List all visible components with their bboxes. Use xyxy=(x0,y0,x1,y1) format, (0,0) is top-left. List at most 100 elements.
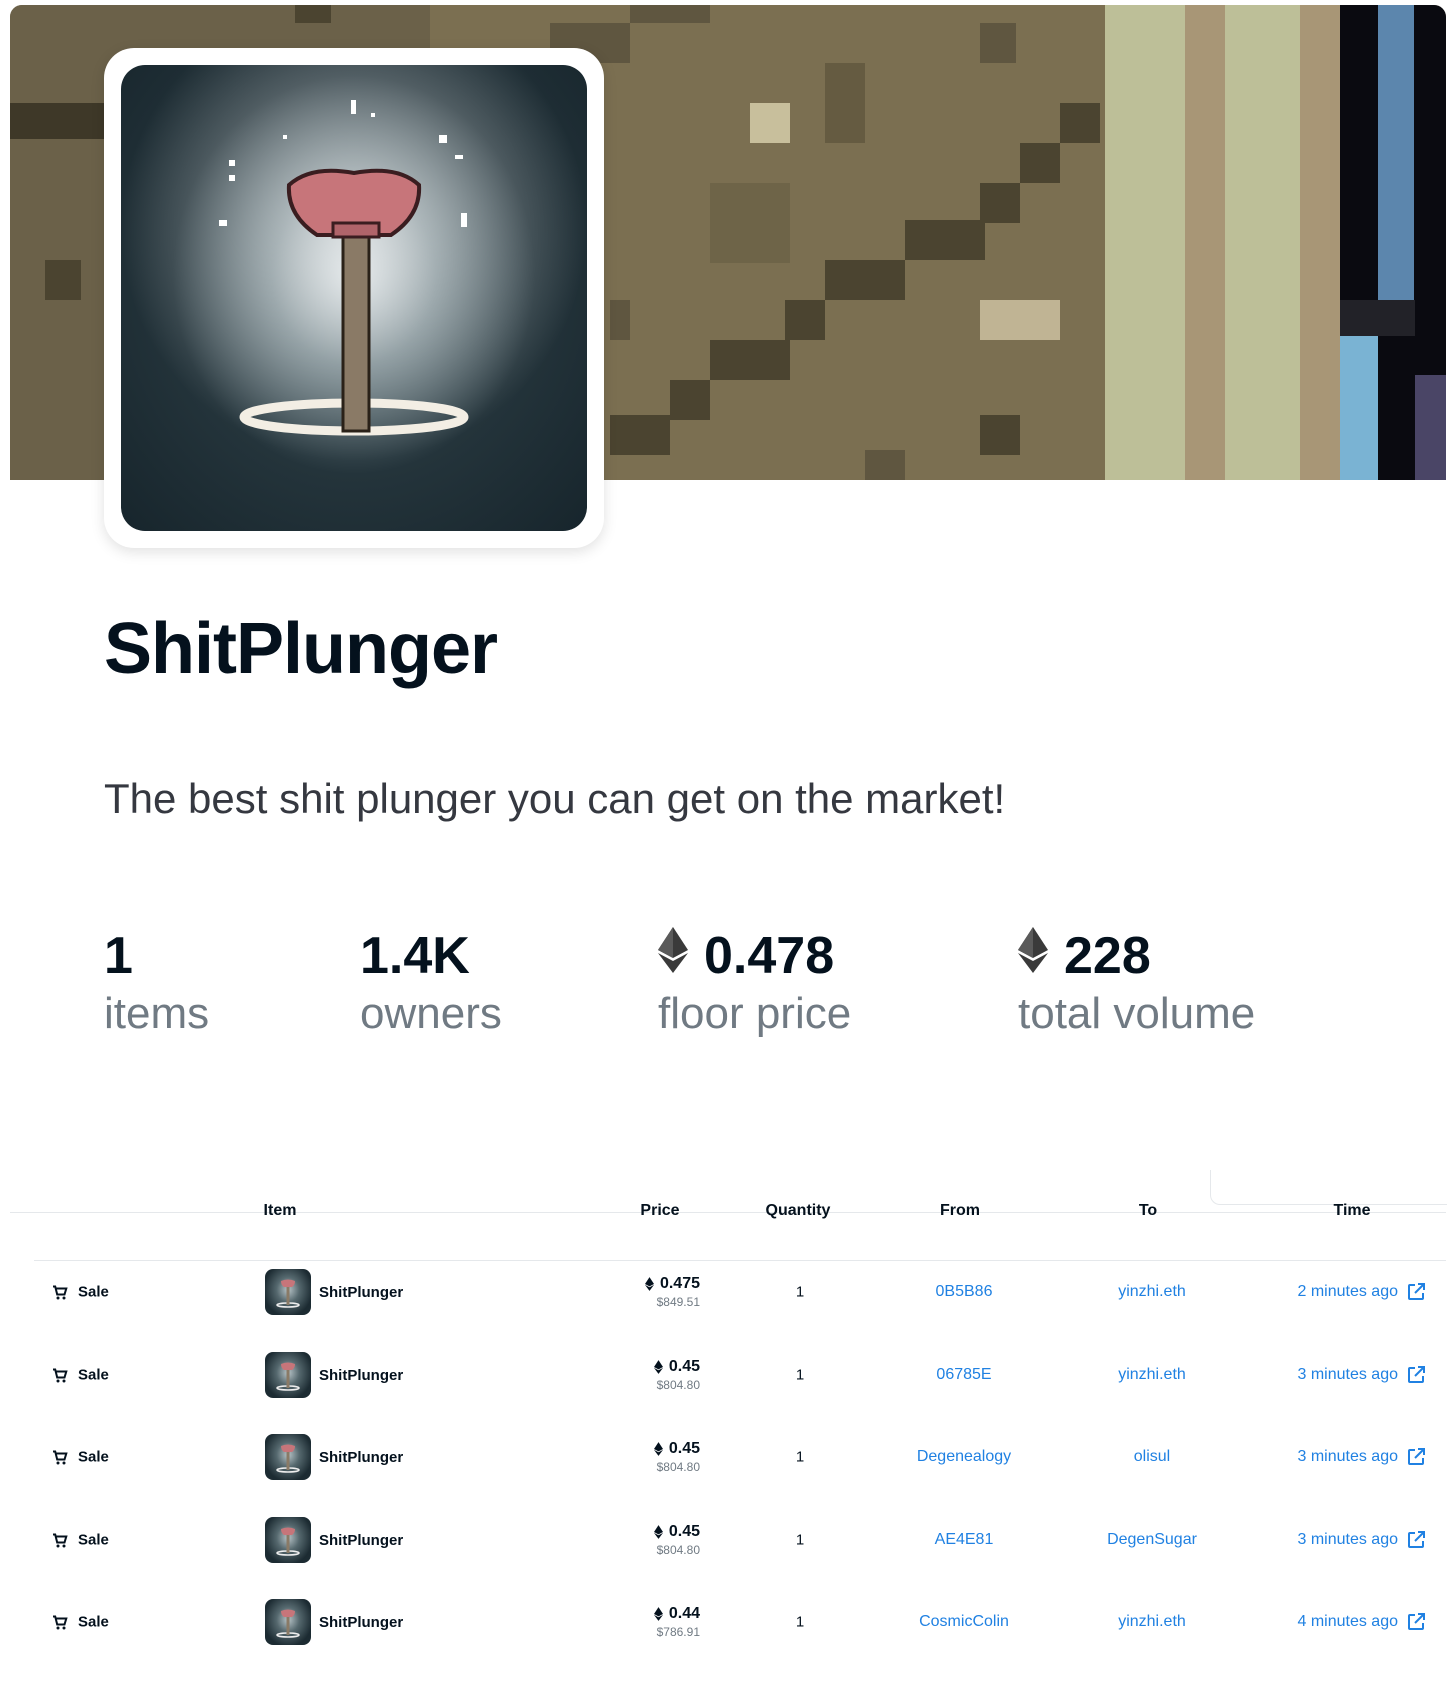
item-cell[interactable]: ShitPlunger xyxy=(265,1599,403,1645)
external-link-icon[interactable] xyxy=(1406,1282,1426,1302)
ethereum-icon xyxy=(644,1277,654,1291)
event-label: Sale xyxy=(78,1366,109,1384)
from-account-link[interactable]: Degenealogy xyxy=(917,1448,1011,1466)
event-type: Sale xyxy=(52,1532,109,1549)
cart-icon xyxy=(52,1284,68,1300)
cart-icon xyxy=(52,1367,68,1383)
stat-items[interactable]: 1 items xyxy=(104,925,209,1039)
item-cell[interactable]: ShitPlunger xyxy=(265,1352,403,1398)
price-cell: 0.45 $804.80 xyxy=(653,1358,700,1392)
price-cell: 0.45 $804.80 xyxy=(653,1440,700,1474)
column-header-time: Time xyxy=(1333,1202,1371,1219)
time-label: 3 minutes ago xyxy=(1297,1448,1398,1465)
quantity-value: 1 xyxy=(795,1366,805,1384)
item-cell[interactable]: ShitPlunger xyxy=(265,1517,403,1563)
item-cell[interactable]: ShitPlunger xyxy=(265,1434,403,1480)
ethereum-icon xyxy=(653,1360,663,1374)
external-link-icon[interactable] xyxy=(1406,1365,1426,1385)
time-label: 4 minutes ago xyxy=(1297,1613,1398,1630)
table-row[interactable]: Sale ShitPlunger 0.45 $804.80 1 06785E y… xyxy=(0,1335,1456,1415)
quantity-value: 1 xyxy=(795,1283,805,1301)
column-header-from: From xyxy=(940,1202,980,1219)
from-account-link[interactable]: 0B5B86 xyxy=(936,1283,993,1301)
item-name: ShitPlunger xyxy=(319,1366,404,1384)
time-link[interactable]: 3 minutes ago xyxy=(1297,1447,1426,1467)
column-header-quantity: Quantity xyxy=(765,1202,831,1219)
filter-box-edge xyxy=(1210,1170,1447,1205)
ethereum-icon xyxy=(658,926,688,986)
event-label: Sale xyxy=(78,1283,109,1301)
collection-description: The best shit plunger you can get on the… xyxy=(104,775,1006,822)
price-usd: $804.80 xyxy=(656,1460,700,1474)
stat-owners-value: 1.4K xyxy=(360,927,470,985)
event-type: Sale xyxy=(52,1367,109,1384)
stat-total-volume-label: total volume xyxy=(1018,989,1256,1038)
item-name: ShitPlunger xyxy=(319,1283,404,1301)
quantity-value: 1 xyxy=(795,1448,805,1466)
ethereum-icon xyxy=(653,1607,663,1621)
price-usd: $804.80 xyxy=(656,1378,700,1392)
table-top-divider xyxy=(10,1212,1446,1213)
table-row[interactable]: Sale ShitPlunger 0.475 $849.51 1 0B5B86 xyxy=(0,1252,1456,1332)
column-header-item: Item xyxy=(263,1202,297,1219)
ethereum-icon xyxy=(653,1442,663,1456)
stat-owners-label: owners xyxy=(360,989,502,1038)
time-label: 2 minutes ago xyxy=(1297,1283,1398,1300)
price-cell: 0.44 $786.91 xyxy=(653,1605,700,1639)
cart-icon xyxy=(52,1532,68,1548)
from-account-link[interactable]: CosmicColin xyxy=(919,1613,1009,1631)
column-header-price: Price xyxy=(640,1202,680,1219)
event-type: Sale xyxy=(52,1284,109,1301)
item-name: ShitPlunger xyxy=(319,1448,404,1466)
cart-icon xyxy=(52,1449,68,1465)
price-value: 0.45 xyxy=(668,1523,700,1540)
stat-total-volume[interactable]: 228 total volume xyxy=(1018,925,1255,1039)
external-link-icon[interactable] xyxy=(1406,1447,1426,1467)
item-name: ShitPlunger xyxy=(319,1613,404,1631)
price-cell: 0.475 $849.51 xyxy=(644,1275,700,1309)
column-header-to: To xyxy=(1138,1202,1158,1219)
price-value: 0.45 xyxy=(668,1440,700,1457)
event-type: Sale xyxy=(52,1449,109,1466)
external-link-icon[interactable] xyxy=(1406,1612,1426,1632)
price-usd: $849.51 xyxy=(656,1295,700,1309)
table-row[interactable]: Sale ShitPlunger 0.44 $786.91 1 CosmicCo… xyxy=(0,1582,1456,1662)
item-thumbnail xyxy=(265,1434,311,1480)
ethereum-icon xyxy=(1018,926,1048,986)
table-row[interactable]: Sale ShitPlunger 0.45 $804.80 1 Degeneal… xyxy=(0,1417,1456,1497)
event-label: Sale xyxy=(78,1531,109,1549)
time-link[interactable]: 3 minutes ago xyxy=(1297,1365,1426,1385)
stat-items-label: items xyxy=(104,989,210,1038)
to-account-link[interactable]: yinzhi.eth xyxy=(1118,1366,1186,1384)
stat-owners[interactable]: 1.4K owners xyxy=(360,925,502,1039)
external-link-icon[interactable] xyxy=(1406,1530,1426,1550)
item-name: ShitPlunger xyxy=(319,1531,404,1549)
time-link[interactable]: 4 minutes ago xyxy=(1297,1612,1426,1632)
time-link[interactable]: 2 minutes ago xyxy=(1297,1282,1426,1302)
time-label: 3 minutes ago xyxy=(1297,1366,1398,1383)
to-account-link[interactable]: yinzhi.eth xyxy=(1118,1613,1186,1631)
price-usd: $804.80 xyxy=(656,1543,700,1557)
item-thumbnail xyxy=(265,1352,311,1398)
price-value: 0.45 xyxy=(668,1358,700,1375)
price-value: 0.44 xyxy=(668,1605,700,1622)
item-thumbnail xyxy=(265,1599,311,1645)
from-account-link[interactable]: AE4E81 xyxy=(935,1531,994,1549)
stat-floor-price-label: floor price xyxy=(658,989,852,1038)
to-account-link[interactable]: olisul xyxy=(1134,1448,1170,1466)
collection-avatar xyxy=(104,48,604,548)
quantity-value: 1 xyxy=(795,1613,805,1631)
stat-floor-price-value: 0.478 xyxy=(704,927,835,985)
collection-title: ShitPlunger xyxy=(104,609,498,689)
time-label: 3 minutes ago xyxy=(1297,1531,1398,1548)
stat-floor-price[interactable]: 0.478 floor price xyxy=(658,925,851,1039)
event-type: Sale xyxy=(52,1614,109,1631)
to-account-link[interactable]: DegenSugar xyxy=(1107,1531,1197,1549)
from-account-link[interactable]: 06785E xyxy=(936,1366,991,1384)
to-account-link[interactable]: yinzhi.eth xyxy=(1118,1283,1186,1301)
item-cell[interactable]: ShitPlunger xyxy=(265,1269,403,1315)
price-usd: $786.91 xyxy=(656,1625,700,1639)
ethereum-icon xyxy=(653,1525,663,1539)
table-row[interactable]: Sale ShitPlunger 0.45 $804.80 1 AE4E81 D… xyxy=(0,1500,1456,1580)
time-link[interactable]: 3 minutes ago xyxy=(1297,1530,1426,1550)
